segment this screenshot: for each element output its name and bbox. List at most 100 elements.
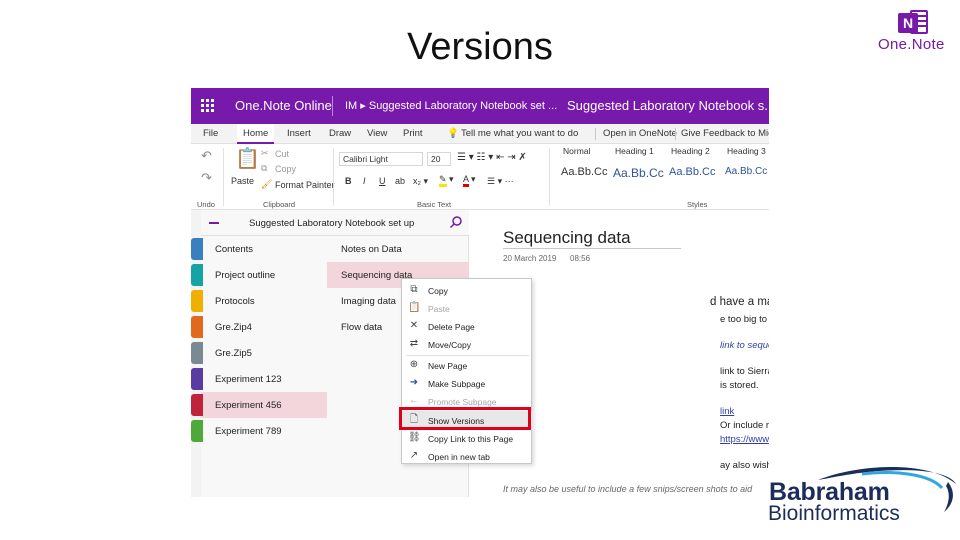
lightbulb-icon: 💡 — [447, 128, 459, 139]
font-name-select[interactable]: Calibri Light — [339, 152, 423, 166]
tab-file[interactable]: File — [203, 128, 218, 139]
page-text-line[interactable]: is stored. — [720, 380, 759, 391]
page-link[interactable]: link — [720, 406, 734, 417]
cut-button[interactable]: Cut — [275, 149, 289, 159]
feedback-button[interactable]: Give Feedback to Micro — [681, 128, 769, 139]
onenote-logo-text: One.Note — [878, 36, 945, 53]
basic-text-group-label: Basic Text — [417, 200, 452, 209]
style-heading-1[interactable]: Heading 1 Aa.Bb.Cc — [609, 146, 667, 192]
section-color-tab — [191, 316, 203, 338]
slide-title: Versions — [407, 26, 553, 68]
section-grezip5[interactable]: Gre.Zip5 — [191, 340, 327, 366]
menu-item-move-copy[interactable]: ⇄ Move/Copy — [402, 335, 533, 354]
onenote-icon: N — [898, 8, 930, 36]
section-color-tab — [191, 394, 203, 416]
paste-icon: 📋 — [408, 302, 421, 313]
page-text-line[interactable]: e too big to embed. — [720, 314, 769, 325]
section-color-tab — [191, 290, 203, 312]
section-color-tab — [191, 368, 203, 390]
highlight-color-icon[interactable]: ✎ ▾ — [439, 174, 454, 187]
cut-icon[interactable]: ✂ — [261, 148, 269, 159]
tab-print[interactable]: Print — [403, 128, 423, 139]
page-text-line[interactable]: It may also be useful to include a few s… — [503, 484, 752, 494]
notebook-title[interactable]: Suggested Laboratory Notebook set up — [249, 218, 414, 229]
move-icon: ⇄ — [409, 338, 419, 349]
menu-item-copy-link[interactable]: ⛓ Copy Link to this Page — [402, 429, 533, 448]
section-contents[interactable]: Contents — [191, 236, 327, 262]
menu-item-delete-page[interactable]: ✕ Delete Page — [402, 317, 533, 336]
section-color-tab — [191, 238, 203, 260]
section-grezip4[interactable]: Gre.Zip4 — [191, 314, 327, 340]
app-name[interactable]: One.Note Online — [235, 98, 332, 113]
page-link[interactable]: https://www.bioinformatics.babraham.ac.u… — [720, 434, 769, 445]
link-icon: ⛓ — [408, 432, 421, 443]
undo-icon[interactable]: ↶ — [201, 148, 212, 164]
format-painter-icon[interactable]: 🖌 — [261, 179, 272, 190]
align-icon[interactable]: ☰ ▾ ··· — [487, 176, 514, 187]
menu-item-make-subpage[interactable]: ➜ Make Subpage — [402, 374, 533, 393]
copy-small-icon[interactable]: ⧉ — [261, 163, 267, 174]
menu-item-copy[interactable]: ⧉ Copy — [402, 281, 533, 300]
strikethrough-button[interactable]: ab — [395, 176, 405, 186]
italic-button[interactable]: I — [363, 176, 366, 186]
subscript-button[interactable]: x₂ ▾ — [413, 176, 428, 187]
list-icons[interactable]: ☰ ▾ ☷ ▾ ⇤ ⇥ ✗ — [457, 152, 527, 163]
tell-me-search[interactable]: Tell me what you want to do — [461, 128, 578, 139]
page-text-line[interactable]: link to Sierra (although the person read… — [720, 366, 769, 377]
redo-icon[interactable]: ↷ — [201, 170, 212, 186]
clipboard-icon[interactable]: 📋 — [235, 146, 260, 171]
section-project-outline[interactable]: Project outline — [191, 262, 327, 288]
babraham-logo: Babraham Bioinformatics — [762, 462, 958, 532]
app-launcher-icon[interactable] — [201, 99, 215, 113]
section-protocols[interactable]: Protocols — [191, 288, 327, 314]
notebook-header: Suggested Laboratory Notebook set up — [201, 210, 469, 236]
open-tab-icon: ↗ — [409, 450, 419, 461]
underline-button[interactable]: U — [379, 176, 386, 186]
section-color-tab — [191, 420, 203, 442]
collapse-nav-icon[interactable] — [209, 222, 219, 224]
tab-view[interactable]: View — [367, 128, 387, 139]
undo-group-label: Undo — [197, 200, 215, 209]
page-notes-on-data[interactable]: Notes on Data — [327, 236, 469, 262]
section-experiment-123[interactable]: Experiment 123 — [191, 366, 327, 392]
style-heading-2[interactable]: Heading 2 Aa.Bb.Cc — [665, 146, 723, 192]
copy-icon: ⧉ — [410, 284, 418, 295]
menu-item-new-page[interactable]: ⊕ New Page — [402, 356, 533, 375]
style-heading-3[interactable]: Heading 3 Aa.Bb.Cc — [721, 146, 769, 192]
page-context-menu: ⧉ Copy 📋 Paste ✕ Delete Page ⇄ Move/Copy ⊕ Ne… — [401, 278, 533, 466]
section-experiment-789[interactable]: Experiment 789 — [191, 418, 327, 444]
page-text-line[interactable]: Or include reference to it eg — [720, 420, 769, 431]
style-normal[interactable]: Normal Aa.Bb.Cc — [557, 146, 615, 192]
tab-draw[interactable]: Draw — [329, 128, 351, 139]
page-time: 08:56 — [570, 254, 591, 263]
ribbon-tabs: File Home Insert Draw View Print 💡 Tell … — [191, 124, 769, 144]
font-color-icon[interactable]: A ▾ — [463, 174, 476, 187]
search-icon[interactable] — [449, 215, 463, 229]
section-color-tab — [191, 342, 203, 364]
section-experiment-456[interactable]: Experiment 456 — [191, 392, 327, 418]
open-in-onenote-button[interactable]: Open in OneNote — [603, 128, 677, 139]
menu-item-paste[interactable]: 📋 Paste — [402, 299, 533, 318]
bioinformatics-text: Bioinformatics — [768, 502, 900, 525]
page-title[interactable]: Sequencing data — [503, 228, 631, 248]
arrow-right-icon: ➜ — [409, 377, 419, 388]
tab-insert[interactable]: Insert — [287, 128, 311, 139]
page-date: 20 March 2019 — [503, 254, 557, 263]
tab-home[interactable]: Home — [237, 124, 275, 144]
app-title-bar: One.Note Online IM ▸ Suggested Laborator… — [191, 88, 769, 124]
plus-icon: ⊕ — [409, 359, 419, 370]
section-color-tab — [191, 264, 203, 286]
bold-button[interactable]: B — [345, 176, 352, 186]
menu-item-open-new-tab[interactable]: ↗ Open in new tab — [402, 447, 533, 466]
page-link[interactable]: link to sequencing LIMS — [720, 340, 769, 351]
highlight-box — [399, 407, 531, 430]
paste-button[interactable]: Paste — [231, 176, 254, 186]
page-text-line[interactable]: d have a master list of sequencing expe — [710, 296, 769, 308]
copy-button[interactable]: Copy — [275, 164, 296, 174]
format-painter-button[interactable]: Format Painter — [275, 180, 335, 190]
font-size-select[interactable]: 20 — [427, 152, 451, 166]
styles-group-label: Styles — [687, 200, 708, 209]
onenote-logo: N One.Note — [872, 8, 956, 56]
document-title: Suggested Laboratory Notebook s... — [567, 98, 769, 113]
breadcrumb[interactable]: IM ▸ Suggested Laboratory Notebook set .… — [345, 99, 557, 112]
